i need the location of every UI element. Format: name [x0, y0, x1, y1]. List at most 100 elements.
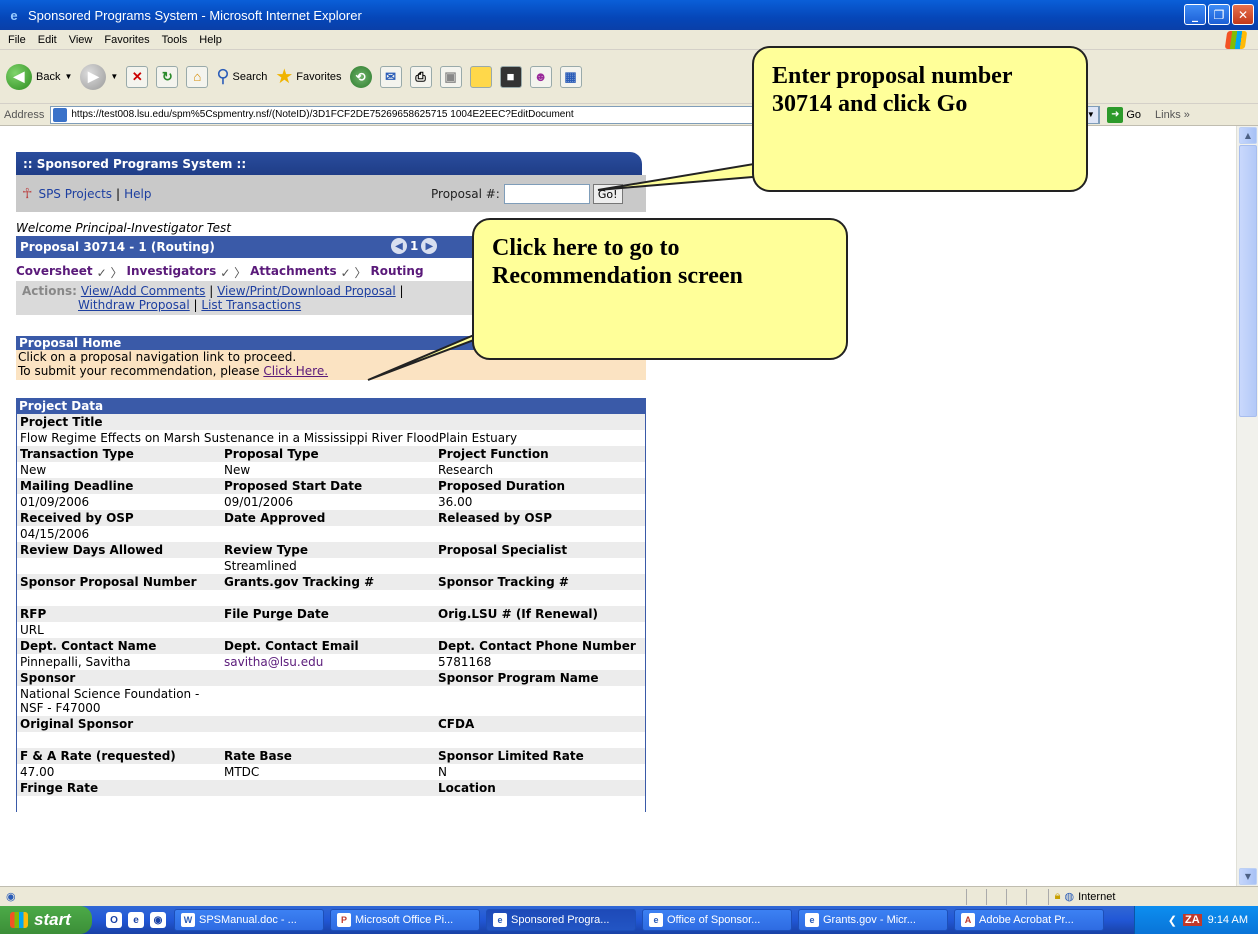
lock-icon: 🔒︎ — [1054, 890, 1061, 902]
tray-expand-icon[interactable]: ❮ — [1168, 914, 1177, 927]
email-link[interactable]: savitha@lsu.edu — [224, 655, 323, 669]
previous-page-icon[interactable]: ◀ — [391, 238, 407, 254]
stop-button[interactable]: ✕ — [126, 65, 149, 88]
home-button[interactable]: ⌂ — [186, 65, 209, 88]
mail-icon: ✉ — [379, 65, 402, 88]
check-icon: ✓ 〉 — [340, 266, 367, 280]
next-page-icon[interactable]: ▶ — [421, 238, 438, 254]
zonealarm-icon[interactable]: ZA — [1182, 914, 1202, 926]
field-label: Location — [435, 780, 645, 796]
notes-button[interactable] — [469, 65, 492, 88]
field-value: MTDC — [221, 764, 435, 780]
field-label: Received by OSP — [17, 510, 221, 526]
print-button[interactable]: ⎙ — [409, 65, 432, 88]
field-value: N — [435, 764, 645, 780]
sps-projects-link[interactable]: SPS Projects — [38, 187, 112, 201]
favorites-button[interactable]: ★ Favorites — [275, 64, 341, 89]
field-value — [221, 590, 435, 606]
home-icon: ⌂ — [186, 65, 209, 88]
close-button[interactable]: ✕ — [1232, 4, 1254, 25]
edit-button[interactable]: ▣ — [439, 65, 462, 88]
menu-file[interactable]: File — [8, 34, 26, 46]
search-icon: ⚲ — [216, 66, 230, 86]
menu-view[interactable]: View — [69, 34, 93, 46]
crumb-coversheet[interactable]: Coversheet — [16, 264, 93, 281]
picture-icon: P — [337, 913, 351, 927]
project-data-header-row: F & A Rate (requested) Rate Base Sponsor L… — [17, 748, 645, 764]
menu-favorites[interactable]: Favorites — [104, 34, 149, 46]
scroll-thumb[interactable] — [1239, 145, 1257, 417]
ie-quicklaunch-icon[interactable]: e — [128, 912, 144, 928]
minimize-button[interactable]: _ — [1184, 4, 1206, 25]
project-data-value-row: 04/15/2006 — [17, 526, 645, 542]
project-data-header-row: Review Days Allowed Review Type Proposal S… — [17, 542, 645, 558]
view-add-comments-link[interactable]: View/Add Comments — [81, 284, 206, 298]
history-icon: ⟲ — [349, 65, 372, 88]
withdraw-proposal-link[interactable]: Withdraw Proposal — [78, 298, 190, 312]
task-spsmanual[interactable]: W SPSManual.doc - ... — [174, 909, 324, 931]
field-value: Streamlined — [221, 558, 435, 574]
page-number: 1 — [410, 239, 419, 253]
crumb-investigators[interactable]: Investigators — [127, 264, 217, 281]
click-here-link[interactable]: Click Here. — [263, 364, 328, 378]
research-button[interactable]: ▦ — [559, 65, 582, 88]
task-grants-gov[interactable]: e Grants.gov - Micr... — [798, 909, 948, 931]
vertical-scrollbar[interactable]: ▲ ▼ — [1236, 126, 1258, 886]
chrome-icon[interactable]: ◉ — [150, 912, 166, 928]
crumb-attachments[interactable]: Attachments — [250, 264, 337, 281]
crumb-routing[interactable]: Routing — [371, 264, 424, 281]
list-transactions-link[interactable]: List Transactions — [201, 298, 301, 312]
forward-button[interactable]: ▶ ▼ — [80, 63, 119, 90]
field-label: Proposed Duration — [435, 478, 645, 494]
restore-button[interactable]: ❐ — [1208, 4, 1230, 25]
project-data-header-row: Sponsor Proposal Number Grants.gov Tracki… — [17, 574, 645, 590]
back-button[interactable]: ◀ Back ▼ — [6, 63, 72, 90]
project-data-header-row: Transaction Type Proposal Type Project Fun… — [17, 446, 645, 462]
proposal-number-input[interactable] — [503, 184, 590, 204]
ie-icon: e — [10, 7, 18, 23]
field-label: Date Approved — [221, 510, 435, 526]
taskbar: start O e ◉ W SPSManual.doc - ... P Micros… — [0, 906, 1258, 934]
zone-label: Internet — [1078, 890, 1116, 903]
address-go-button[interactable]: ➜ Go — [1107, 106, 1142, 123]
outlook-icon[interactable]: O — [106, 912, 122, 928]
messenger-button[interactable]: ☻ — [529, 65, 552, 88]
menu-edit[interactable]: Edit — [38, 34, 57, 46]
page-icon — [53, 107, 68, 122]
task-office-sponsor[interactable]: e Office of Sponsor... — [642, 909, 792, 931]
media-button[interactable]: ■ — [499, 65, 522, 88]
field-label: Grants.gov Tracking # — [221, 574, 435, 590]
start-button[interactable]: start — [0, 906, 92, 934]
task-office-picture[interactable]: P Microsoft Office Pi... — [330, 909, 480, 931]
links-button[interactable]: Links » — [1155, 109, 1190, 121]
field-value — [221, 622, 435, 638]
field-value: New — [17, 462, 221, 478]
proposal-go-button[interactable]: Go! — [592, 184, 623, 204]
help-link[interactable]: Help — [124, 187, 151, 201]
scroll-up-icon[interactable]: ▲ — [1239, 127, 1257, 144]
history-button[interactable]: ⟲ — [349, 65, 372, 88]
field-value: 09/01/2006 — [221, 494, 435, 510]
field-value — [221, 796, 435, 812]
task-adobe-acrobat[interactable]: A Adobe Acrobat Pr... — [954, 909, 1104, 931]
mail-button[interactable]: ✉ — [379, 65, 402, 88]
dropdown-arrow-icon: ▼ — [110, 72, 119, 81]
search-label: Search — [232, 70, 268, 83]
project-data-header-row: Original Sponsor CFDA — [17, 716, 645, 732]
links-label: Links — [1155, 108, 1181, 121]
refresh-button[interactable]: ↻ — [156, 65, 179, 88]
menu-tools[interactable]: Tools — [162, 34, 188, 46]
project-data-value-row: Streamlined — [17, 558, 645, 574]
field-label: Proposed Start Date — [221, 478, 435, 494]
page-status-icon: ◉ — [6, 891, 16, 903]
view-print-download-link[interactable]: View/Print/Download Proposal — [217, 284, 396, 298]
scroll-down-icon[interactable]: ▼ — [1239, 868, 1257, 885]
menu-help[interactable]: Help — [199, 34, 222, 46]
sps-header: :: Sponsored Programs System :: — [16, 152, 642, 175]
search-button[interactable]: ⚲ Search — [216, 66, 267, 87]
go-label: Go — [1126, 108, 1142, 121]
window-title-bar[interactable]: e Sponsored Programs System - Microsoft … — [0, 0, 1258, 30]
project-data-header-row: Sponsor Sponsor Program Name — [17, 670, 645, 686]
field-label: Sponsor — [17, 670, 221, 686]
task-sponsored-programs[interactable]: e Sponsored Progra... — [486, 909, 636, 931]
